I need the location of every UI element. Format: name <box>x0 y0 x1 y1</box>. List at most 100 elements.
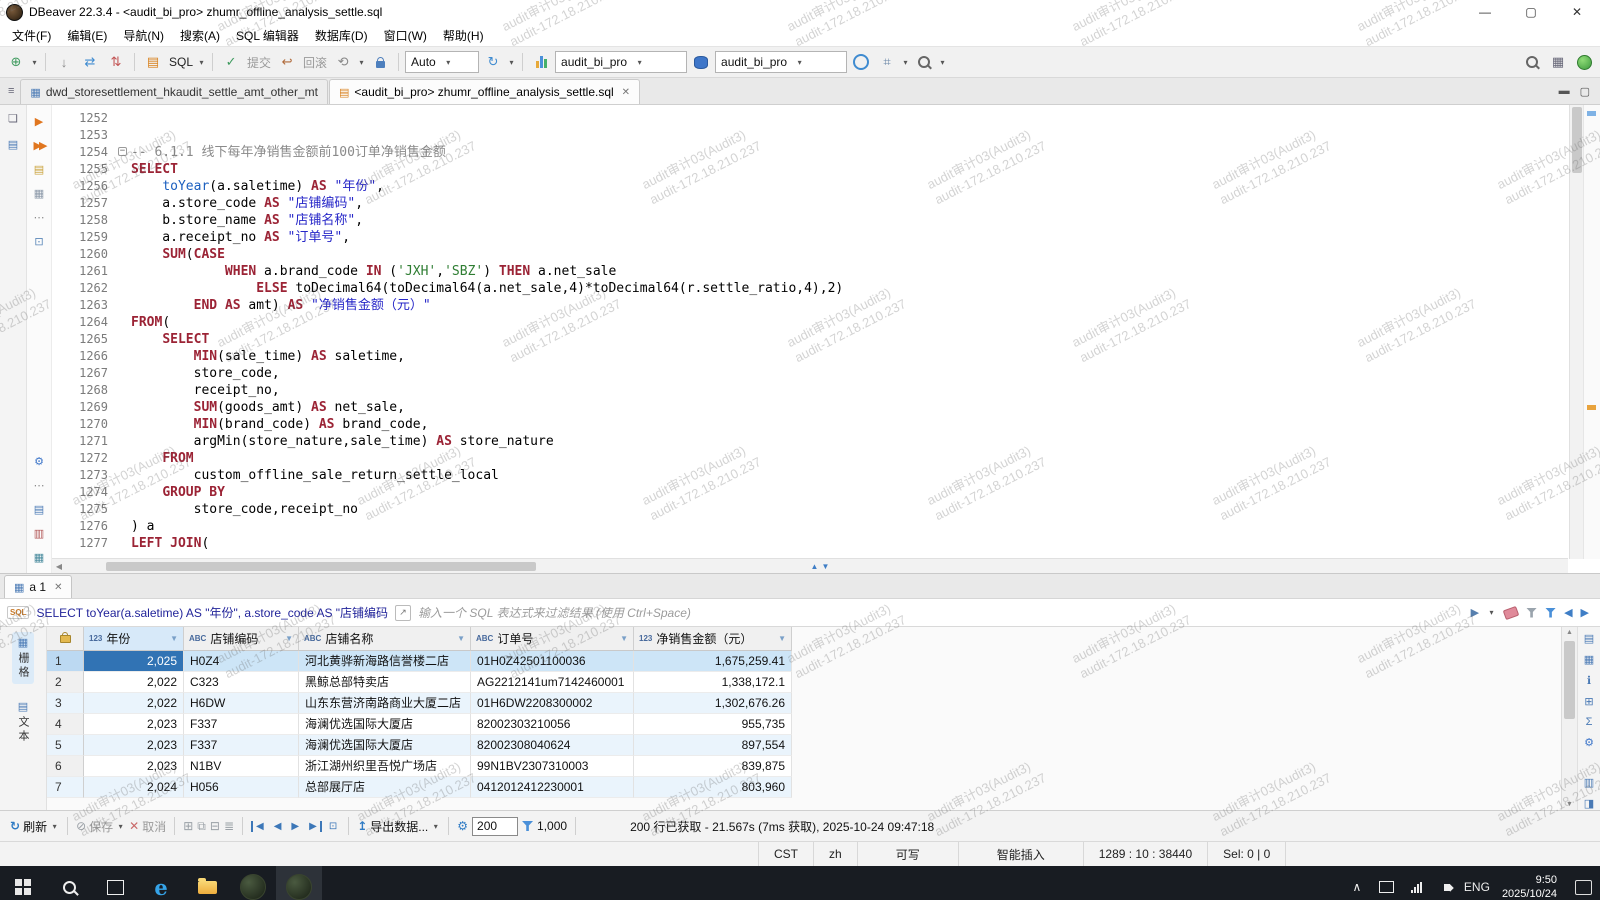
menu-item[interactable]: 文件(F) <box>4 24 59 46</box>
filter-back-icon[interactable]: ◀ <box>1564 606 1572 619</box>
row-number-cell[interactable]: 3 <box>47 693 84 714</box>
save-file-icon[interactable]: ▦ <box>31 549 48 565</box>
grid-cell[interactable]: 2,024 <box>84 777 184 798</box>
grouping-panel-icon[interactable]: ▦ <box>1584 653 1594 666</box>
refresh-schedule-dropdown[interactable]: ▾ <box>507 58 516 67</box>
connection-select[interactable]: audit_bi_pro ▾ <box>555 51 687 73</box>
row-number-cell[interactable]: 6 <box>47 756 84 777</box>
delete-row-icon[interactable]: ⊟ <box>210 819 220 833</box>
explain-plan-icon[interactable]: ▤ <box>31 161 48 177</box>
network-dropdown[interactable]: ▾ <box>901 58 910 67</box>
code-line[interactable]: 1260 SUM(CASE <box>52 246 1568 263</box>
grid-cell[interactable]: F337 <box>184 735 299 756</box>
grid-cell[interactable]: 803,960 <box>634 777 792 798</box>
code-line[interactable]: 1274 GROUP BY <box>52 484 1568 501</box>
row-number-cell[interactable]: 2 <box>47 672 84 693</box>
grid-cell[interactable]: 河北黄骅新海路信誉楼二店 <box>299 651 471 672</box>
code-line[interactable]: 1253 <box>52 127 1568 144</box>
max-rows-value[interactable]: 1,000 <box>537 819 567 833</box>
grid-cell[interactable]: 2,022 <box>84 693 184 714</box>
menu-item[interactable]: SQL 编辑器 <box>228 24 307 46</box>
code-line[interactable]: 1259 a.receipt_no AS "订单号", <box>52 229 1568 246</box>
results-tab[interactable]: ▦ a 1 ✕ <box>4 575 72 598</box>
close-button[interactable]: ✕ <box>1554 0 1600 24</box>
table-row[interactable]: 52,023F337海澜优选国际大厦店82002308040624897,554 <box>47 735 1561 756</box>
task-view-icon[interactable] <box>92 866 138 900</box>
grid-cell[interactable]: 2,023 <box>84 735 184 756</box>
grid-cell[interactable]: 1,302,676.26 <box>634 693 792 714</box>
tray-network-icon[interactable] <box>1402 866 1432 900</box>
goto-object-icon[interactable]: ↓ <box>52 51 76 73</box>
grid-cell[interactable]: 2,023 <box>84 714 184 735</box>
new-sql-editor-dropdown[interactable]: ▾ <box>197 58 206 67</box>
code-line[interactable]: 1268 receipt_no, <box>52 382 1568 399</box>
code-line[interactable]: 1272 FROM <box>52 450 1568 467</box>
table-row[interactable]: 72,024H056总部展厅店0412012412230001803,960 <box>47 777 1561 798</box>
filter-forward-icon[interactable]: ▶ <box>1581 606 1589 619</box>
tab-close-icon[interactable]: ✕ <box>622 87 630 98</box>
menu-item[interactable]: 导航(N) <box>115 24 172 46</box>
apply-filter-icon[interactable]: ▶ <box>1471 606 1479 619</box>
panels-toggle-icon[interactable]: ◨ <box>1584 797 1594 810</box>
more-actions-icon[interactable]: ⋯ <box>31 209 48 225</box>
scroll-down-icon[interactable]: ▼ <box>1562 801 1577 808</box>
menu-item[interactable]: 帮助(H) <box>435 24 492 46</box>
disconnect-icon[interactable]: ⇅ <box>104 51 128 73</box>
grid-cell[interactable]: 82002303210056 <box>471 714 634 735</box>
presentation-tab-text[interactable]: ▤文本 <box>12 696 34 748</box>
record-mode-icon[interactable]: ▥ <box>1584 776 1594 789</box>
table-row[interactable]: 12,025H0Z4河北黄骅新海路信誉楼二店01H0Z425011000361,… <box>47 651 1561 672</box>
tray-pc-icon[interactable] <box>1372 866 1402 900</box>
database-navigator-icon[interactable]: ▤ <box>5 136 22 152</box>
table-row[interactable]: 32,022H6DW山东东营济南路商业大厦二店01H6DW22083000021… <box>47 693 1561 714</box>
result-settings-gear-icon[interactable]: ⚙ <box>457 819 468 833</box>
edit-value-icon[interactable]: ≣ <box>224 819 234 833</box>
collapse-up-icon[interactable]: ▲ <box>811 562 819 571</box>
previous-row-icon[interactable]: ◀ <box>271 821 285 832</box>
transaction-mode-icon[interactable]: ⟲ <box>331 51 355 73</box>
metadata-panel-icon[interactable]: ℹ <box>1587 674 1591 687</box>
editor-vertical-scrollbar[interactable] <box>1569 105 1584 559</box>
presentation-tab-grid[interactable]: ▦栅格 <box>12 632 34 684</box>
grid-corner-cell[interactable] <box>47 627 84 651</box>
menu-item[interactable]: 窗口(W) <box>376 24 435 46</box>
column-filter-icon[interactable]: ▼ <box>778 634 786 643</box>
filter-history-dropdown[interactable]: ▾ <box>1487 608 1496 617</box>
column-filter-icon[interactable]: ▼ <box>620 634 628 643</box>
grid-cell[interactable]: AG2212141um7142460001 <box>471 672 634 693</box>
fold-collapse-icon[interactable]: − <box>118 147 127 156</box>
network-settings-icon[interactable]: ⌗ <box>875 51 899 73</box>
find-dropdown[interactable]: ▾ <box>938 58 947 67</box>
grid-cell[interactable]: 955,735 <box>634 714 792 735</box>
results-tab-close-icon[interactable]: ✕ <box>54 582 62 593</box>
notification-center-icon[interactable] <box>1575 880 1592 895</box>
new-sql-editor-icon[interactable]: ▤ <box>141 51 165 73</box>
row-number-cell[interactable]: 4 <box>47 714 84 735</box>
column-header-0[interactable]: 123年份▼ <box>84 627 184 651</box>
new-connection-icon[interactable]: ⊕ <box>4 51 28 73</box>
grid-cell[interactable]: 2,025 <box>84 651 184 672</box>
max-rows-funnel-icon[interactable] <box>522 821 533 831</box>
scrollbar-thumb[interactable] <box>1564 641 1575 719</box>
code-line[interactable]: 1264FROM( <box>52 314 1568 331</box>
connect-icon[interactable]: ⇄ <box>78 51 102 73</box>
code-line[interactable]: 1277LEFT JOIN( <box>52 535 1568 552</box>
new-script-file-icon[interactable]: ▤ <box>31 501 48 517</box>
column-header-3[interactable]: ABC订单号▼ <box>471 627 634 651</box>
remove-filter-icon[interactable] <box>1526 608 1537 618</box>
filter-settings-icon[interactable] <box>1545 608 1556 618</box>
column-header-1[interactable]: ABC店铺编码▼ <box>184 627 299 651</box>
maximize-button[interactable]: ▢ <box>1508 0 1554 24</box>
code-line[interactable]: 1263 END AS amt) AS "净销售金额（元）" <box>52 297 1568 314</box>
commit-label[interactable]: 提交 <box>245 54 273 71</box>
row-number-cell[interactable]: 5 <box>47 735 84 756</box>
refresh-schedule-icon[interactable]: ↻ <box>481 51 505 73</box>
minimize-button[interactable]: — <box>1462 0 1508 24</box>
language-indicator[interactable]: ENG <box>1462 866 1492 900</box>
script-manager-icon[interactable]: ▦ <box>31 185 48 201</box>
tray-volume-icon[interactable] <box>1432 866 1462 900</box>
code-line[interactable]: 1273 custom_offline_sale_return_settle_l… <box>52 467 1568 484</box>
editor-tab-table[interactable]: ▦ dwd_storesettlement_hkaudit_settle_amt… <box>20 79 328 104</box>
transaction-dropdown[interactable]: ▾ <box>357 58 366 67</box>
filter-input[interactable]: 输入一个 SQL 表达式来过滤结果 (使用 Ctrl+Space) <box>418 604 1464 621</box>
